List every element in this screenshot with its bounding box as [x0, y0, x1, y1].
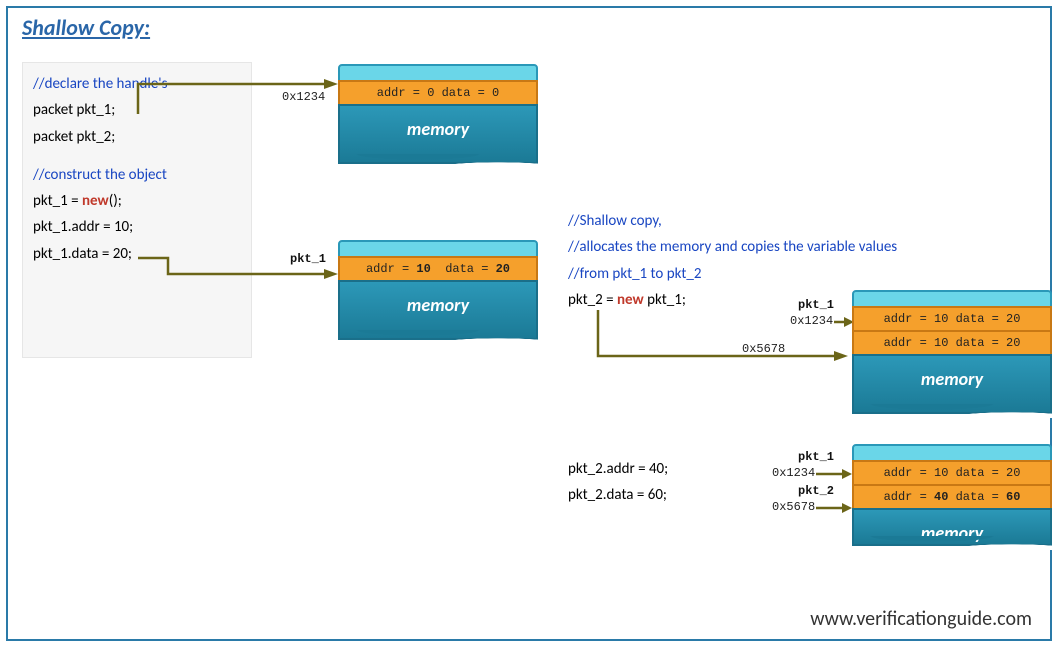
- ptr-addr-label: 0x5678: [742, 342, 785, 356]
- ptr-name-label: pkt_2: [798, 484, 834, 498]
- code-comment: //Shallow copy,: [568, 208, 1038, 234]
- mem-row: addr = 0 data = 0: [338, 80, 538, 106]
- mem-body: memory: [338, 280, 538, 340]
- memory-block-1: addr = 0 data = 0 memory: [338, 64, 538, 164]
- code-comment: //from pkt_1 to pkt_2: [568, 261, 1038, 287]
- mem-row: addr = 40 data = 60: [852, 484, 1052, 510]
- mem-body: memory: [852, 354, 1052, 414]
- code-text: pkt_2 =: [568, 291, 617, 309]
- mem-value: 40: [934, 490, 948, 504]
- diagram-frame: Shallow Copy: //declare the handle's pac…: [6, 6, 1052, 641]
- mem-row: addr = 10 data = 20: [852, 330, 1052, 356]
- keyword-new: new: [617, 291, 644, 309]
- code-line: pkt_1 = new();: [33, 188, 241, 214]
- keyword-new: new: [82, 192, 109, 210]
- title: Shallow Copy:: [22, 14, 150, 41]
- arrow-pkt2-to-mem4: [816, 500, 852, 516]
- arrow-pkt1-to-mem4: [816, 466, 852, 482]
- ptr-addr-label: 0x1234: [772, 466, 815, 480]
- mem-row: addr = 10 data = 20: [338, 256, 538, 282]
- code-line: packet pkt_2;: [33, 124, 241, 150]
- mem-body: memory: [338, 104, 538, 164]
- ptr-addr-label: 0x5678: [772, 500, 815, 514]
- mem-text: data =: [948, 490, 1006, 504]
- ptr-name-label: pkt_1: [798, 450, 834, 464]
- mem-text: addr =: [884, 490, 934, 504]
- mem-label: memory: [340, 282, 536, 316]
- code-line: pkt_2.addr = 40;: [568, 456, 668, 482]
- memory-block-2: addr = 10 data = 20 memory: [338, 240, 538, 340]
- memory-block-4: addr = 10 data = 20 addr = 40 data = 60 …: [852, 444, 1052, 546]
- code-text: ();: [109, 192, 122, 210]
- footer-url: www.verificationguide.com: [810, 607, 1032, 631]
- code-comment: //construct the object: [33, 162, 241, 188]
- code-text: pkt_1;: [644, 291, 686, 309]
- ptr-addr-label: 0x1234: [282, 90, 325, 104]
- memory-block-3: addr = 10 data = 20 addr = 10 data = 20 …: [852, 290, 1052, 414]
- mem-row: addr = 10 data = 20: [852, 306, 1052, 332]
- code-line: pkt_1.addr = 10;: [33, 214, 241, 240]
- code-line: pkt_2.data = 60;: [568, 482, 668, 508]
- arrow-pkt1-to-mem3: [834, 314, 854, 330]
- mem-label: memory: [854, 356, 1050, 390]
- mem-label: memory: [340, 106, 536, 140]
- ptr-addr-label: 0x1234: [790, 314, 833, 328]
- code-text: pkt_1 =: [33, 192, 82, 210]
- mem-body: memory: [852, 508, 1052, 546]
- assign-text: pkt_2.addr = 40; pkt_2.data = 60;: [568, 456, 668, 509]
- ptr-name-label: pkt_1: [290, 252, 326, 266]
- mem-row: addr = 10 data = 20: [852, 460, 1052, 486]
- mem-label: memory: [854, 510, 1050, 544]
- code-comment: //allocates the memory and copies the va…: [568, 234, 1038, 260]
- mem-value: 60: [1006, 490, 1020, 504]
- ptr-name-label: pkt_1: [798, 298, 834, 312]
